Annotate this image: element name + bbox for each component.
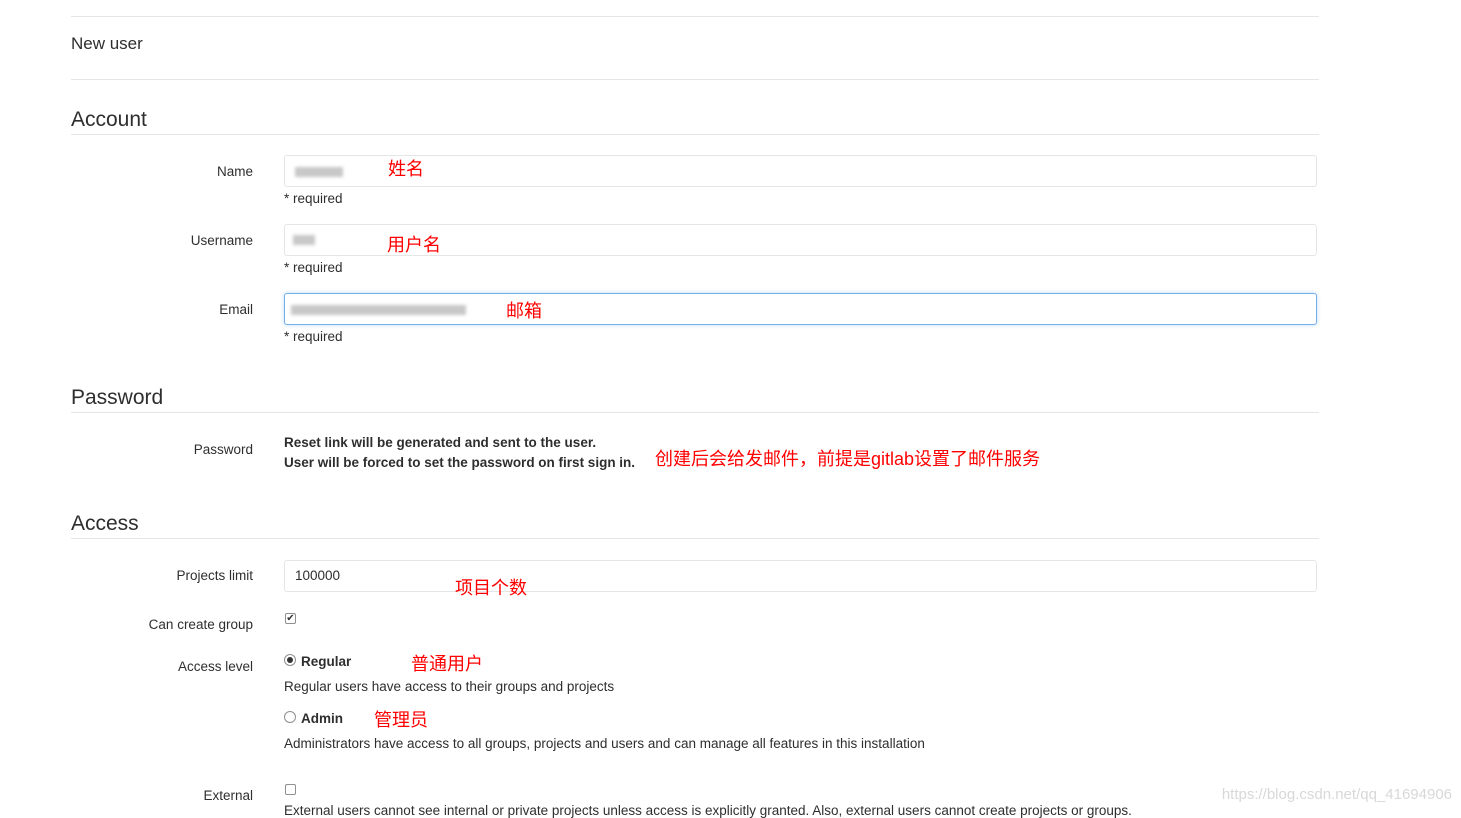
projects-limit-annotation: 项目个数	[455, 578, 527, 598]
regular-annotation: 普通用户	[411, 654, 483, 674]
admin-description: Administrators have access to all groups…	[284, 736, 925, 751]
external-description: External users cannot see internal or pr…	[284, 803, 1132, 818]
watermark: https://blog.csdn.net/qq_41694906	[1221, 786, 1452, 803]
password-reset-info: Reset link will be generated and sent to…	[284, 433, 635, 473]
email-help: * required	[284, 329, 343, 344]
name-help: * required	[284, 191, 343, 206]
name-label: Name	[216, 164, 253, 179]
admin-radio[interactable]	[284, 711, 296, 723]
admin-label[interactable]: Admin	[301, 711, 343, 726]
password-label: Password	[193, 442, 253, 457]
password-info-line1: Reset link will be generated and sent to…	[284, 435, 597, 450]
section-title-access: Access	[71, 512, 139, 535]
top-divider	[71, 16, 1319, 17]
password-annotation: 创建后会给发邮件，前提是gitlab设置了邮件服务	[655, 449, 1041, 469]
access-level-label: Access level	[177, 659, 253, 674]
username-help: * required	[284, 260, 343, 275]
admin-annotation: 管理员	[374, 710, 428, 730]
external-label: External	[203, 788, 253, 803]
projects-limit-field[interactable]: 100000	[284, 560, 1317, 592]
name-redacted	[295, 167, 343, 177]
email-redacted	[291, 305, 466, 315]
can-create-group-label: Can create group	[148, 617, 253, 632]
section-title-account: Account	[71, 108, 147, 131]
name-field[interactable]	[284, 155, 1317, 187]
name-annotation: 姓名	[388, 159, 424, 179]
section-title-password: Password	[71, 386, 164, 409]
title-divider	[71, 79, 1319, 80]
page-title: New user	[71, 34, 143, 53]
account-divider	[71, 134, 1319, 135]
username-redacted	[293, 235, 315, 245]
regular-label[interactable]: Regular	[301, 654, 351, 669]
email-label: Email	[219, 302, 253, 317]
regular-radio[interactable]	[284, 654, 296, 666]
regular-description: Regular users have access to their group…	[284, 679, 615, 694]
email-field[interactable]	[284, 293, 1317, 325]
password-divider	[71, 412, 1319, 413]
can-create-group-checkbox[interactable]: ✔	[285, 613, 296, 624]
projects-limit-label: Projects limit	[176, 568, 253, 583]
password-info-line2: User will be forced to set the password …	[284, 455, 636, 470]
email-annotation: 邮箱	[506, 301, 542, 321]
username-label: Username	[190, 233, 253, 248]
external-checkbox[interactable]	[285, 784, 296, 795]
access-divider	[71, 538, 1319, 539]
username-annotation: 用户名	[387, 235, 441, 255]
check-icon: ✔	[286, 613, 295, 624]
